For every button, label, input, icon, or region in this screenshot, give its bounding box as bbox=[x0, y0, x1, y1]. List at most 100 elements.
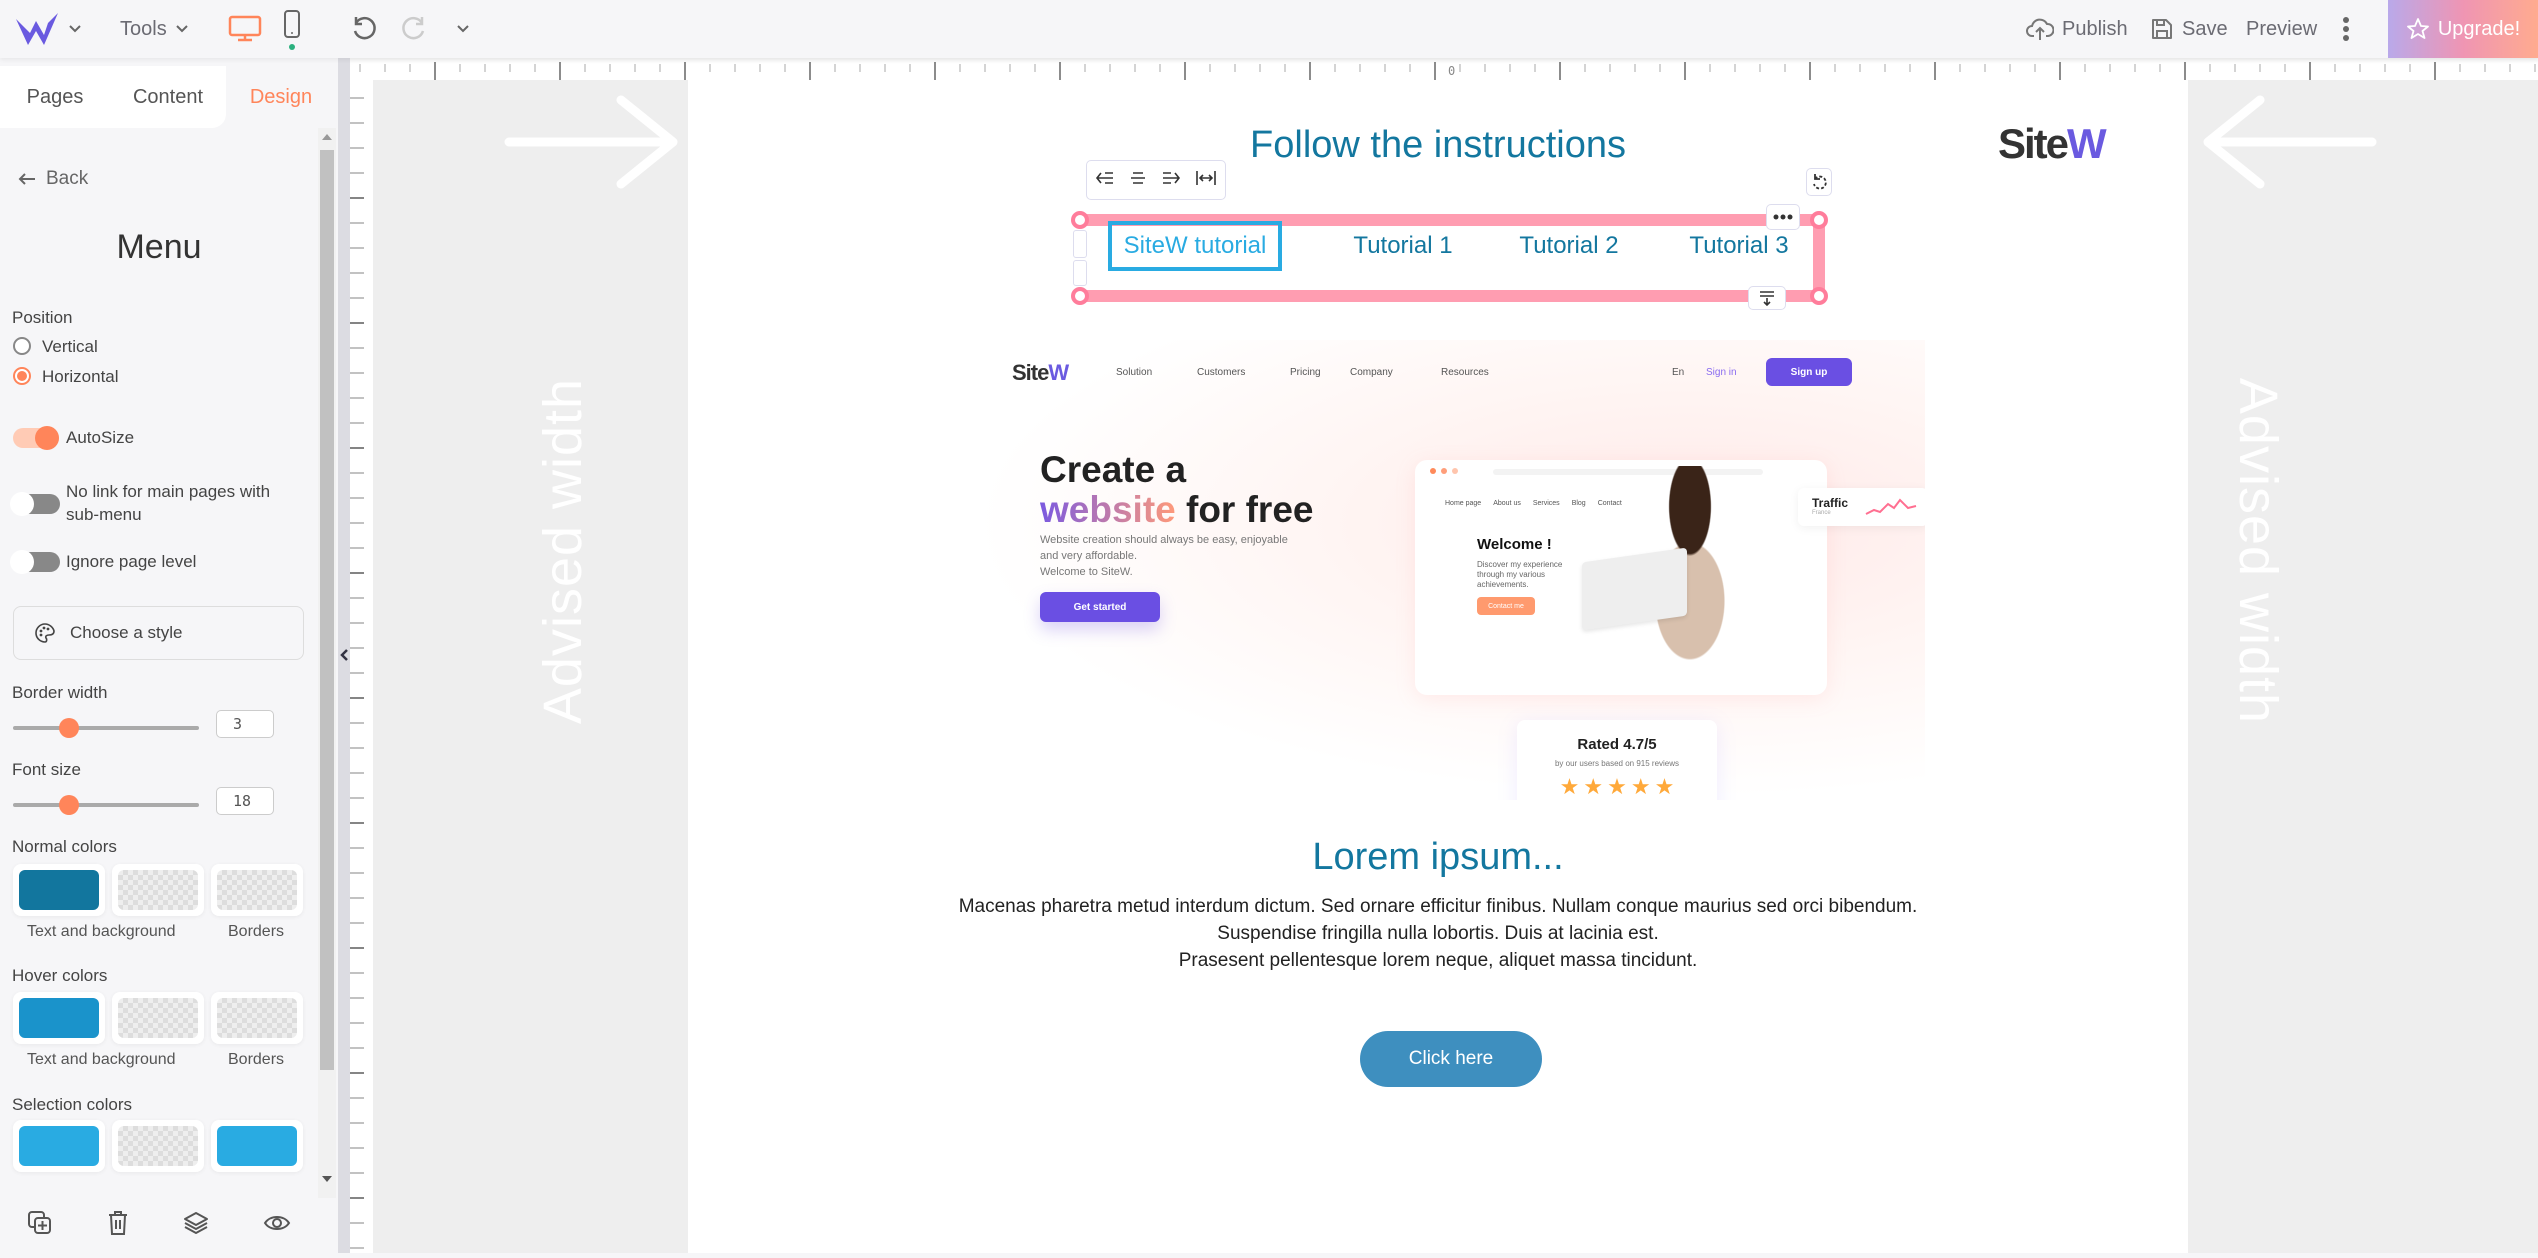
slider-thumb[interactable] bbox=[59, 718, 79, 738]
hover-text-color-swatch[interactable] bbox=[13, 992, 105, 1044]
desktop-view-button[interactable] bbox=[228, 0, 262, 58]
menu-item-sitew-tutorial[interactable]: SiteW tutorial bbox=[1108, 221, 1282, 271]
ignore-page-level-toggle[interactable] bbox=[10, 550, 60, 574]
choose-style-button[interactable]: Choose a style bbox=[13, 606, 304, 660]
align-left-button[interactable] bbox=[1095, 171, 1115, 190]
hover-colors-label: Hover colors bbox=[12, 966, 108, 985]
horizontal-label: Horizontal bbox=[42, 367, 119, 386]
text-bg-label: Text and background bbox=[27, 923, 176, 940]
font-size-input[interactable]: 18 bbox=[216, 787, 274, 815]
toggle-knob bbox=[10, 550, 34, 574]
border-width-slider[interactable] bbox=[13, 718, 199, 738]
transparent-fill bbox=[118, 998, 198, 1038]
arrow-right-icon bbox=[504, 95, 678, 189]
app-menu-button[interactable] bbox=[14, 0, 82, 58]
mobile-icon bbox=[284, 10, 300, 50]
rating-stars: ★ ★ ★ ★ ★ bbox=[1517, 774, 1717, 800]
section-title[interactable]: Lorem ipsum... bbox=[688, 836, 2188, 879]
align-right-button[interactable] bbox=[1161, 171, 1181, 190]
toggle-knob bbox=[10, 492, 34, 516]
mobile-view-button[interactable] bbox=[282, 0, 302, 58]
align-center-button[interactable] bbox=[1129, 171, 1147, 190]
star-icon bbox=[2406, 18, 2429, 39]
color-fill bbox=[19, 870, 99, 910]
rating-sub: by our users based on 915 reviews bbox=[1554, 759, 1680, 768]
redo-button[interactable] bbox=[400, 0, 428, 58]
save-button[interactable]: Save bbox=[2150, 0, 2228, 58]
hover-bg-color-swatch[interactable] bbox=[112, 992, 204, 1044]
autosize-toggle[interactable] bbox=[13, 426, 59, 450]
menu-item-tutorial-1[interactable]: Tutorial 1 bbox=[1328, 221, 1478, 271]
hero-signin: Sign in bbox=[1706, 367, 1737, 378]
hero-nav-item: Pricing bbox=[1290, 367, 1321, 378]
hero-nav-item: Company bbox=[1350, 367, 1393, 378]
borders-label: Borders bbox=[228, 923, 285, 940]
slider-thumb[interactable] bbox=[59, 795, 79, 815]
selection-bg-color-swatch[interactable] bbox=[112, 1120, 204, 1172]
selection-text-color-swatch[interactable] bbox=[13, 1120, 105, 1172]
preview-button[interactable]: Preview bbox=[2246, 0, 2317, 58]
normal-text-color-swatch[interactable] bbox=[13, 864, 105, 916]
menu-item-tutorial-2[interactable]: Tutorial 2 bbox=[1494, 221, 1644, 271]
font-size-label: Font size bbox=[12, 760, 81, 779]
page-canvas: Follow the instructions SiteW SiteW tuto… bbox=[688, 80, 2188, 1253]
tab-content[interactable]: Content bbox=[110, 66, 226, 128]
no-link-toggle[interactable] bbox=[10, 492, 60, 516]
visibility-button[interactable] bbox=[263, 1214, 291, 1237]
mock-cta: Contact me bbox=[1477, 597, 1535, 615]
resize-handle-bottom-left[interactable] bbox=[1071, 287, 1089, 305]
insert-below-button[interactable] bbox=[1748, 286, 1786, 310]
panel-scrollbar[interactable] bbox=[318, 128, 336, 1198]
paragraph-line: Macenas pharetra metud interdum dictum. … bbox=[958, 896, 1918, 917]
upgrade-label: Upgrade! bbox=[2437, 17, 2521, 40]
chevron-left-icon[interactable] bbox=[339, 648, 349, 662]
undo-button[interactable] bbox=[350, 0, 378, 58]
hero-image[interactable]: SiteW Solution Customers Pricing Company… bbox=[970, 340, 1925, 800]
tab-pages[interactable]: Pages bbox=[0, 66, 110, 128]
horizontal-radio[interactable] bbox=[13, 367, 31, 385]
upgrade-button[interactable]: Upgrade! bbox=[2388, 0, 2538, 58]
duplicate-icon bbox=[28, 1211, 51, 1234]
menu-item-tutorial-3[interactable]: Tutorial 3 bbox=[1664, 221, 1814, 271]
tab-design[interactable]: Design bbox=[226, 66, 336, 128]
selection-border-color-swatch[interactable] bbox=[211, 1120, 303, 1172]
back-button[interactable]: Back bbox=[18, 168, 88, 190]
normal-border-color-swatch[interactable] bbox=[211, 864, 303, 916]
page-title[interactable]: Follow the instructions bbox=[688, 124, 2188, 167]
vertical-radio[interactable] bbox=[13, 337, 31, 355]
click-here-button[interactable]: Click here bbox=[1360, 1031, 1542, 1087]
scrollbar-thumb[interactable] bbox=[320, 150, 334, 1070]
tools-menu-button[interactable]: Tools bbox=[120, 0, 189, 58]
resize-handle-top-left[interactable] bbox=[1071, 211, 1089, 229]
traffic-label: Traffic bbox=[1812, 496, 1849, 510]
reset-icon bbox=[1813, 174, 1827, 190]
layers-button[interactable] bbox=[183, 1211, 209, 1240]
justify-button[interactable] bbox=[1195, 170, 1217, 191]
panel-collapse-strip[interactable] bbox=[338, 58, 350, 1253]
resize-handle-bottom-right[interactable] bbox=[1810, 287, 1828, 305]
vertical-ruler bbox=[350, 80, 373, 1253]
preview-label: Preview bbox=[2246, 17, 2318, 40]
more-options-button[interactable] bbox=[2342, 0, 2350, 58]
border-width-input[interactable]: 3 bbox=[216, 710, 274, 738]
font-size-slider[interactable] bbox=[13, 795, 199, 815]
history-dropdown-button[interactable] bbox=[456, 0, 470, 58]
scroll-up-icon[interactable] bbox=[322, 134, 332, 140]
publish-button[interactable]: Publish bbox=[2026, 0, 2128, 58]
duplicate-button[interactable] bbox=[27, 1210, 53, 1241]
choose-style-label: Choose a style bbox=[70, 623, 183, 642]
transparent-fill bbox=[118, 1126, 198, 1166]
site-logo[interactable]: SiteW bbox=[1998, 120, 2107, 168]
drag-handle[interactable] bbox=[1073, 260, 1087, 286]
tools-label: Tools bbox=[120, 17, 167, 40]
color-fill bbox=[19, 998, 99, 1038]
save-label: Save bbox=[2182, 17, 2228, 40]
drag-handle[interactable] bbox=[1073, 230, 1087, 258]
reset-button[interactable] bbox=[1806, 168, 1832, 196]
star-icon: ★ bbox=[1607, 774, 1627, 799]
hover-border-color-swatch[interactable] bbox=[211, 992, 303, 1044]
scroll-down-icon[interactable] bbox=[322, 1176, 332, 1182]
advised-width-label: Advised width bbox=[533, 377, 593, 725]
delete-button[interactable] bbox=[107, 1210, 129, 1241]
normal-bg-color-swatch[interactable] bbox=[112, 864, 204, 916]
